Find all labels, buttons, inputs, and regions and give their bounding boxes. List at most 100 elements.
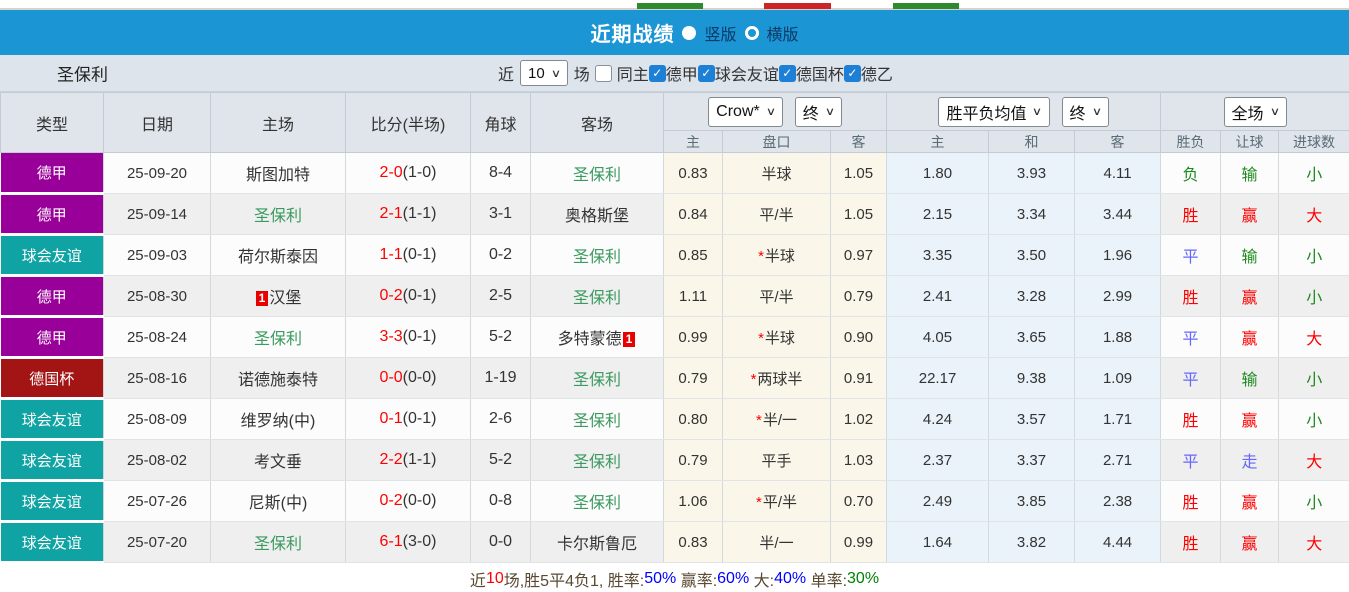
euro-odds-type-select[interactable]: 胜平负均值 ∨: [938, 96, 1050, 127]
league-filter-label[interactable]: 德国杯: [796, 61, 844, 85]
team-name: 奥格斯堡: [564, 208, 629, 225]
same-home-checkbox[interactable]: [594, 64, 612, 82]
handicap-result: 赢: [1220, 480, 1280, 522]
league-filter-label[interactable]: 德乙: [861, 61, 893, 85]
horizontal-layout-option[interactable]: 横版: [767, 21, 799, 45]
checkbox-checked-icon[interactable]: ✓: [843, 64, 861, 82]
checkbox-checked-icon[interactable]: ✓: [648, 64, 666, 82]
cutoff-button-edge: [764, 3, 831, 9]
euro-away-odds: 4.44: [1074, 521, 1162, 563]
bookmaker-select[interactable]: Crow* ∨: [708, 96, 783, 127]
asian-handicap: *半球: [722, 316, 831, 358]
euro-away-odds: 1.96: [1074, 234, 1162, 276]
euro-home-odds: 4.05: [886, 316, 990, 358]
league-filter-1[interactable]: ✓ 德甲: [648, 61, 698, 85]
asian-away-odds: 1.03: [830, 439, 888, 481]
corners-cell: 5-2: [470, 316, 531, 358]
asian-away-odds: 0.90: [830, 316, 888, 358]
recent-results-table: 类型 日期 主场 比分(半场) 角球 客场 Crow* ∨ 终 ∨ 胜平负均值 ∨ 终…: [0, 92, 1349, 564]
filter-controls: 近 10 ∨ 场 同主 ✓ 德甲 ✓ 球会友谊 ✓ 德国杯 ✓ 德乙: [498, 60, 893, 86]
asian-home-odds: 1.06: [663, 480, 723, 522]
score-cell: 0-0(0-0): [345, 357, 471, 399]
euro-away-odds: 1.88: [1074, 316, 1162, 358]
corners-cell: 1-19: [470, 357, 531, 399]
vertical-layout-option[interactable]: 竖版: [704, 21, 736, 45]
goals-result: 大: [1278, 193, 1349, 235]
asian-away-odds: 0.70: [830, 480, 888, 522]
subcol-euro-draw: 和: [988, 130, 1076, 153]
match-row: 球会友谊 25-09-03 荷尔斯泰因 1-1(0-1) 0-2 圣保利 0.85 *半球 0.…: [0, 234, 1349, 277]
euro-away-odds: 1.71: [1074, 398, 1162, 440]
league-type-badge: 球会友谊: [0, 521, 104, 564]
euro-draw-odds: 9.38: [988, 357, 1076, 399]
match-date: 25-08-02: [103, 439, 211, 481]
goals-result: 小: [1278, 275, 1349, 317]
team-name: 尼斯(中): [248, 495, 308, 512]
col-header-corners: 角球: [470, 92, 531, 153]
radio-horizontal-icon[interactable]: [744, 25, 759, 40]
home-team-cell: 圣保利: [210, 316, 346, 358]
subcol-euro-home: 主: [886, 130, 990, 153]
away-team-cell: 圣保利: [530, 152, 664, 194]
panel-title: 近期战绩: [590, 24, 675, 46]
euro-away-odds: 1.09: [1074, 357, 1162, 399]
rank-badge: 1: [255, 291, 269, 307]
away-team-cell: 圣保利: [530, 234, 664, 276]
asian-handicap: *平/半: [722, 480, 831, 522]
filter-bar: 圣保利 近 10 ∨ 场 同主 ✓ 德甲 ✓ 球会友谊 ✓ 德国杯 ✓ 德乙: [0, 55, 1349, 92]
euro-away-odds: 3.44: [1074, 193, 1162, 235]
checkbox-checked-icon[interactable]: ✓: [697, 64, 715, 82]
team-name: 圣保利: [253, 331, 302, 348]
corners-cell: 0-0: [470, 521, 531, 563]
league-filter-3[interactable]: ✓ 德国杯: [778, 61, 844, 85]
checkbox-checked-icon[interactable]: ✓: [778, 64, 796, 82]
score-cell: 3-3(0-1): [345, 316, 471, 358]
wdl-result: 胜: [1160, 521, 1222, 563]
league-filter-label[interactable]: 德甲: [666, 61, 698, 85]
result-scope-header: 全场 ∨: [1160, 92, 1349, 131]
team-name: 圣保利: [572, 290, 621, 307]
summary-segment: 30%: [847, 570, 880, 587]
score-cell: 6-1(3-0): [345, 521, 471, 563]
radio-vertical-selected-icon[interactable]: [682, 25, 697, 40]
euro-draw-odds: 3.50: [988, 234, 1076, 276]
league-type-badge: 德甲: [0, 193, 104, 236]
recent-count-select[interactable]: 10 ∨: [520, 60, 568, 86]
league-type-badge: 德甲: [0, 275, 104, 318]
same-home-label[interactable]: 同主: [617, 61, 649, 85]
subcol-handicap: 盘口: [722, 130, 831, 153]
subcol-wdl: 胜负: [1160, 130, 1222, 153]
league-filter-label[interactable]: 球会友谊: [715, 61, 779, 85]
goals-result: 小: [1278, 152, 1349, 194]
euro-home-odds: 2.15: [886, 193, 990, 235]
home-team-cell: 尼斯(中): [210, 480, 346, 522]
away-team-cell: 奥格斯堡: [530, 193, 664, 235]
result-scope-select[interactable]: 全场 ∨: [1223, 96, 1287, 127]
euro-away-odds: 2.99: [1074, 275, 1162, 317]
euro-odds-state-select[interactable]: 终 ∨: [1061, 96, 1109, 127]
asian-away-odds: 0.99: [830, 521, 888, 563]
team-name: 圣保利: [572, 413, 621, 430]
asian-odds-state-select[interactable]: 终 ∨: [794, 96, 842, 127]
league-filter-2[interactable]: ✓ 球会友谊: [697, 61, 779, 85]
team-name: 圣保利: [572, 372, 621, 389]
euro-draw-odds: 3.28: [988, 275, 1076, 317]
summary-segment: 10: [485, 570, 504, 587]
euro-away-odds: 2.38: [1074, 480, 1162, 522]
team-name: 圣保利: [253, 208, 302, 225]
euro-home-odds: 2.49: [886, 480, 990, 522]
goals-result: 大: [1278, 316, 1349, 358]
league-filter-4[interactable]: ✓ 德乙: [843, 61, 893, 85]
team-name: 诺德施泰特: [237, 372, 318, 389]
league-type-badge: 球会友谊: [0, 234, 104, 277]
match-row: 德甲 25-08-24 圣保利 3-3(0-1) 5-2 多特蒙德 1 0.99 *半球 0.90…: [0, 316, 1349, 359]
away-team-cell: 圣保利: [530, 275, 664, 317]
team-name: 考文垂: [253, 454, 302, 471]
chevron-down-icon: ∨: [1032, 106, 1043, 118]
col-header-away: 客场: [530, 92, 664, 153]
chevron-down-icon: ∨: [1091, 106, 1102, 118]
asian-home-odds: 0.79: [663, 439, 723, 481]
col-header-score: 比分(半场): [345, 92, 471, 153]
home-team-cell: 斯图加特: [210, 152, 346, 194]
asian-handicap: 半/一: [722, 521, 831, 563]
